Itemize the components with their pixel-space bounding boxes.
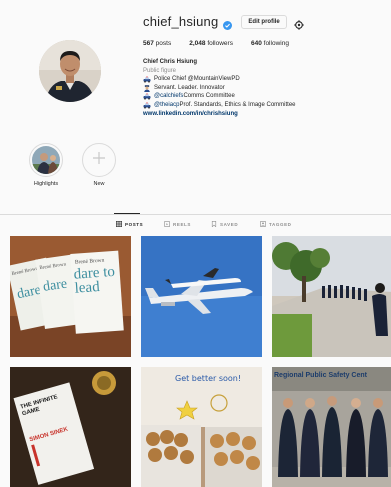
tab-reels[interactable]: REELS: [164, 221, 191, 227]
username-row: chief_hsiung Edit profile: [143, 14, 304, 30]
website-link[interactable]: www.linkedin.com/in/chrishsiung: [143, 110, 383, 119]
bio-line-3: @calchiefs Comms Committee: [143, 92, 383, 101]
gear-icon[interactable]: [294, 17, 304, 30]
highlight-cover: [29, 143, 63, 177]
posts-stat: 567 posts: [143, 40, 172, 47]
tagged-icon: [260, 221, 266, 227]
tab-saved[interactable]: SAVED: [211, 221, 238, 227]
profile-page: chief_hsiung Edit profile 567 posts 2,04…: [0, 0, 391, 487]
profile-category: Public figure: [143, 67, 177, 74]
grid-icon: [116, 221, 122, 227]
book-title-text: dare to lead: [73, 264, 116, 297]
post-tile-procession[interactable]: [272, 236, 391, 357]
highlight-label: New: [93, 181, 105, 187]
police-car-icon: [143, 76, 151, 83]
display-name: Chief Chris Hsiung: [143, 59, 198, 65]
edit-profile-button[interactable]: Edit profile: [241, 14, 287, 29]
username: chief_hsiung: [143, 14, 219, 29]
new-highlight-circle: [82, 143, 116, 177]
highlight-label: Highlights: [33, 181, 59, 187]
calchiefs-link[interactable]: @calchiefs: [154, 92, 183, 101]
police-officer-icon: [143, 84, 151, 92]
building-sign-text: Regional Public Safety Cent: [274, 372, 368, 379]
post-tile-infinite-game[interactable]: THE INFINITE GAME SIMON SINEK: [10, 367, 131, 487]
tab-posts[interactable]: POSTS: [116, 221, 143, 227]
reels-icon: [164, 221, 170, 227]
profile-stats: 567 posts 2,048 followers 640 following: [143, 40, 307, 47]
post-tile-regional-safety[interactable]: Regional Public Safety Cent: [272, 367, 391, 487]
active-tab-indicator: [114, 213, 140, 214]
police-car-icon: [143, 102, 151, 109]
tab-tagged[interactable]: TAGGED: [260, 221, 292, 227]
tabs-divider: [0, 214, 391, 215]
post-tile-shuttle[interactable]: [141, 236, 262, 357]
profile-bio: Chief Chris Hsiung Public figure Police …: [143, 58, 383, 118]
post-tile-get-better-card[interactable]: Get better soon!: [141, 367, 262, 487]
following-stat[interactable]: 640 following: [251, 40, 289, 47]
followers-stat[interactable]: 2,048 followers: [189, 40, 233, 47]
profile-avatar[interactable]: [39, 40, 101, 102]
post-tile-dare-to-lead[interactable]: Brené Brown dare Brené Brown dare Brené …: [10, 236, 131, 357]
verified-badge-icon: [223, 17, 233, 30]
card-text: Get better soon!: [175, 374, 241, 383]
highlight-highlights[interactable]: Highlights: [26, 143, 66, 187]
plus-icon: [92, 151, 106, 170]
bookmark-icon: [211, 221, 217, 227]
highlight-new[interactable]: New: [79, 143, 119, 187]
bio-line-4: @theiacp Prof. Standards, Ethics & Image…: [143, 101, 383, 110]
police-car-icon: [143, 93, 151, 100]
bio-line-2: Servant. Leader. Innovator: [143, 84, 383, 93]
bio-line-1: Police Chief @MountainViewPD: [143, 75, 383, 84]
theiacp-link[interactable]: @theiacp: [154, 101, 179, 110]
